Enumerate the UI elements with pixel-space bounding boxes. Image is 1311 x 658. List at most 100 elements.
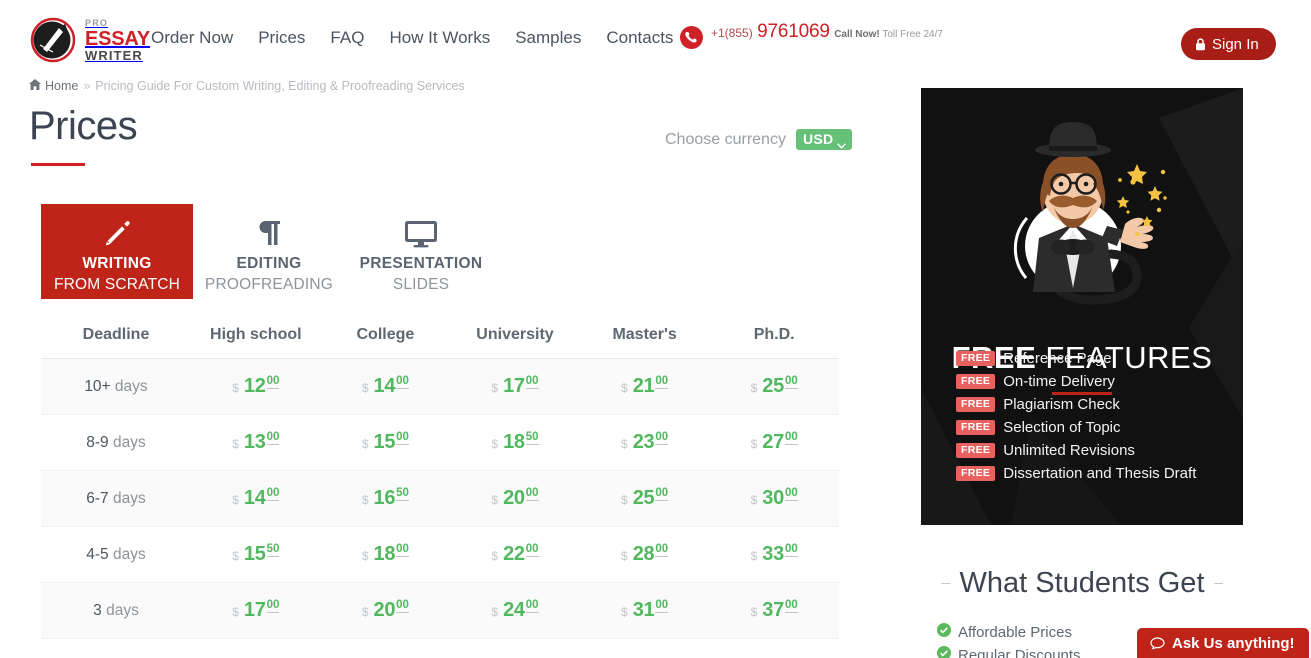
price-value: $25 00: [751, 375, 798, 398]
price-amount: 15: [243, 543, 266, 565]
currency-symbol: $: [621, 605, 628, 619]
cell-price: $17 00: [450, 358, 580, 415]
deadline-value: 6-7: [86, 489, 109, 507]
price-amount: 30: [762, 487, 784, 509]
price-cents: 00: [396, 431, 409, 445]
cell-price: $12 00: [191, 358, 321, 415]
magician-mascot-icon: [987, 106, 1177, 321]
price-value: $23 00: [621, 431, 669, 454]
price-amount: 22: [503, 543, 525, 565]
currency-symbol: $: [750, 437, 758, 451]
col-header-masters: Master's: [579, 318, 710, 359]
price-amount: 27: [762, 431, 784, 453]
sign-in-button[interactable]: Sign In: [1181, 28, 1276, 60]
price-amount: 20: [503, 487, 525, 509]
price-value: $14 00: [232, 487, 280, 510]
breadcrumb: Home » Pricing Guide For Custom Writing,…: [29, 79, 465, 93]
price-value: $28 00: [621, 543, 669, 566]
currency-select[interactable]: USD: [795, 129, 853, 150]
cell-price: $33 00: [709, 526, 839, 583]
price-amount: 18: [503, 431, 525, 453]
free-badge: FREE: [956, 420, 996, 435]
cell-deadline: 6-7 days: [41, 470, 191, 527]
tab-presentation-line2: SLIDES: [392, 276, 450, 293]
price-cents: 00: [525, 599, 539, 613]
lock-icon: [1195, 37, 1206, 51]
price-amount: 33: [762, 543, 784, 565]
home-icon: [29, 79, 41, 93]
price-table-head: Deadline High school College University …: [41, 318, 839, 359]
price-table: Deadline High school College University …: [41, 318, 839, 639]
tab-presentation-line1: PRESENTATION: [359, 255, 483, 272]
price-amount: 24: [503, 599, 525, 621]
cell-price: $20 00: [320, 582, 451, 639]
price-cents: 00: [396, 599, 409, 613]
currency-label: Choose currency: [665, 130, 786, 148]
logo-wordmark: PRO ESSAY WRITER: [85, 18, 150, 63]
cell-price: $37 00: [709, 582, 839, 639]
page-title: Prices: [29, 104, 138, 148]
currency-symbol: $: [361, 549, 369, 563]
site-logo[interactable]: PRO ESSAY WRITER: [29, 16, 150, 64]
price-value: $21 00: [621, 375, 669, 398]
tab-writing-from-scratch[interactable]: WRITING FROM SCRATCH: [41, 204, 193, 299]
price-cents: 00: [525, 375, 539, 389]
price-value: $24 00: [491, 599, 539, 622]
price-value: $17 00: [232, 599, 280, 622]
phone-block[interactable]: +1(855) 9761069 Call Now! Toll Free 24/7: [679, 22, 943, 50]
price-cents: 50: [396, 487, 409, 501]
nav-item-faq[interactable]: FAQ: [330, 28, 364, 48]
currency-symbol: $: [491, 549, 499, 563]
currency-symbol: $: [232, 549, 239, 563]
currency-symbol: $: [621, 381, 628, 395]
price-cents: 00: [655, 599, 669, 613]
price-value: $30 00: [751, 487, 798, 510]
price-cents: 00: [266, 375, 280, 389]
price-cents: 00: [266, 487, 280, 501]
nav-item-contacts[interactable]: Contacts: [606, 28, 673, 48]
currency-symbol: $: [232, 437, 239, 451]
currency-chooser: Choose currency USD: [665, 129, 853, 150]
nav-item-order-now[interactable]: Order Now: [151, 28, 233, 48]
price-amount: 14: [373, 375, 396, 397]
free-features-panel: FREE FEATURES FREEReference PageFREEOn-t…: [921, 88, 1243, 525]
price-cents: 00: [266, 599, 280, 613]
cell-price: $24 00: [450, 582, 580, 639]
price-cents: 00: [655, 431, 669, 445]
cell-deadline: 3 days: [41, 582, 191, 639]
price-cents: 00: [396, 543, 409, 557]
table-row: 3 days $17 00 $20 00 $24 00 $31 00 $37 00: [41, 582, 839, 639]
cell-price: $15 50: [191, 526, 321, 583]
nav-item-samples[interactable]: Samples: [515, 28, 581, 48]
site-header: PRO ESSAY WRITER Order Now Prices FAQ Ho…: [0, 0, 1311, 74]
breadcrumb-home-link[interactable]: Home: [29, 79, 78, 93]
nav-item-how-it-works[interactable]: How It Works: [389, 28, 490, 48]
tab-writing-line2: FROM SCRATCH: [53, 276, 181, 293]
deadline-value: 4-5: [86, 545, 109, 563]
chat-bubble-icon: [1150, 637, 1165, 650]
cell-price: $23 00: [579, 414, 710, 471]
heading-dash-left: [941, 583, 951, 584]
price-amount: 28: [632, 543, 655, 565]
list-item: Affordable Prices: [937, 621, 1081, 644]
currency-symbol: $: [232, 493, 239, 507]
cell-price: $25 00: [579, 470, 710, 527]
nav-item-prices[interactable]: Prices: [258, 28, 305, 48]
tab-presentation-slides[interactable]: PRESENTATION SLIDES: [345, 204, 497, 299]
deadline-value: 10+: [84, 377, 111, 395]
currency-symbol: $: [750, 549, 758, 563]
check-circle-icon: [937, 646, 951, 658]
tab-editing-proofreading[interactable]: EDITING PROOFREADING: [193, 204, 345, 299]
students-get-label: Affordable Prices: [958, 624, 1072, 641]
chat-widget-button[interactable]: Ask Us anything!: [1137, 628, 1309, 658]
price-value: $31 00: [621, 599, 669, 622]
free-feature-label: Plagiarism Check: [1003, 396, 1120, 413]
deadline-label: 4-5 days: [86, 545, 146, 563]
price-cents: 50: [525, 431, 539, 445]
logo-essay-text: ESSAY: [85, 27, 150, 50]
cell-price: $25 00: [709, 358, 839, 415]
currency-symbol: $: [361, 493, 369, 507]
sign-in-label: Sign In: [1212, 35, 1259, 53]
currency-symbol: $: [361, 605, 369, 619]
title-underline-rule: [31, 163, 85, 166]
